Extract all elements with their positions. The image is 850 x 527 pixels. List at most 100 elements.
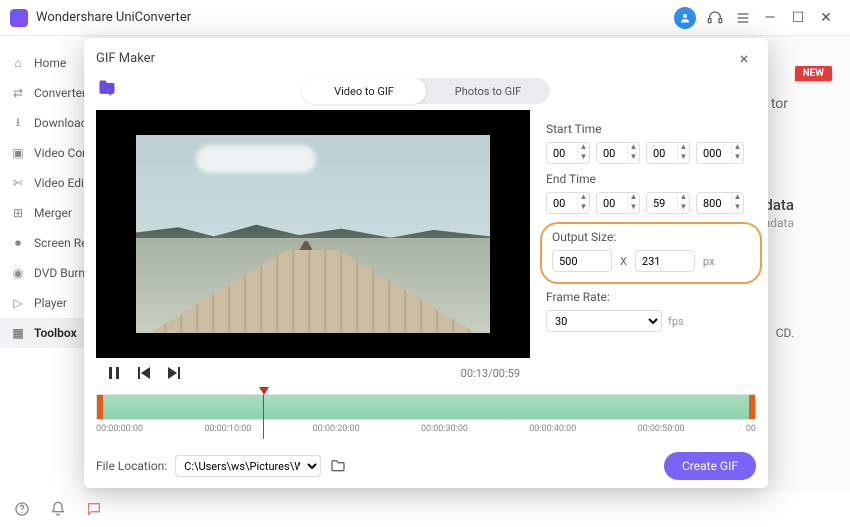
tick-label: 00:00:20:00 bbox=[313, 424, 360, 440]
down-arrow-icon[interactable]: ▼ bbox=[678, 153, 689, 163]
end-time-label: End Time bbox=[546, 172, 756, 186]
modal-close-button[interactable]: × bbox=[732, 46, 756, 70]
end-hours-input[interactable] bbox=[547, 197, 577, 210]
file-location-select[interactable]: C:\Users\ws\Pictures\Wonders bbox=[175, 455, 321, 477]
window-maximize-button[interactable]: ☐ bbox=[784, 10, 812, 26]
start-minutes-stepper[interactable]: ▲▼ bbox=[596, 142, 640, 164]
sidebar-item-compressor[interactable]: ▣ Video Compressor bbox=[0, 138, 84, 168]
sidebar-label: Merger bbox=[34, 206, 72, 220]
timeline-ticks: 00:00:00:00 00:00:10:00 00:00:20:00 00:0… bbox=[96, 420, 756, 440]
modal-title: GIF Maker bbox=[96, 51, 155, 66]
video-player: 00:13/00:59 bbox=[96, 110, 530, 388]
open-folder-button[interactable] bbox=[329, 458, 347, 474]
sidebar: ⌂ Home ⇄Converter ⭳ Downloader ▣ Video Comp… bbox=[0, 36, 84, 492]
sidebar-label: Video Compressor bbox=[34, 146, 84, 160]
user-avatar-icon[interactable] bbox=[674, 7, 696, 29]
sidebar-item-toolbox[interactable]: ▦ Toolbox bbox=[0, 318, 84, 348]
size-unit: px bbox=[703, 255, 715, 268]
hamburger-menu-icon[interactable] bbox=[730, 5, 756, 31]
file-location-label: File Location: bbox=[96, 459, 167, 473]
end-seconds-stepper[interactable]: ▲▼ bbox=[646, 192, 690, 214]
start-seconds-input[interactable] bbox=[647, 147, 677, 160]
sidebar-item-downloader[interactable]: ⭳ Downloader bbox=[0, 108, 84, 138]
playhead-line bbox=[263, 395, 264, 439]
tab-photos-to-gif[interactable]: Photos to GIF bbox=[426, 78, 550, 104]
sidebar-item-recorder[interactable]: ⏺Screen Recorder bbox=[0, 228, 84, 258]
output-size-highlight: Output Size: X px bbox=[540, 222, 762, 284]
output-size-label: Output Size: bbox=[552, 230, 750, 244]
home-icon: ⌂ bbox=[10, 55, 26, 71]
sidebar-label: Toolbox bbox=[34, 326, 77, 340]
end-minutes-stepper[interactable]: ▲▼ bbox=[596, 192, 640, 214]
start-ms-stepper[interactable]: ▲▼ bbox=[696, 142, 744, 164]
down-arrow-icon[interactable]: ▼ bbox=[628, 203, 639, 213]
window-minimize-button[interactable]: — bbox=[756, 10, 784, 26]
end-ms-input[interactable] bbox=[697, 197, 731, 210]
sidebar-item-merger[interactable]: ⊞ Merger bbox=[0, 198, 84, 228]
tab-video-to-gif[interactable]: Video to GIF bbox=[302, 78, 426, 104]
new-badge: NEW bbox=[795, 66, 832, 81]
sidebar-label: Player bbox=[34, 296, 67, 310]
gif-maker-modal: GIF Maker × Video to GIF Photos to GIF 0… bbox=[84, 38, 768, 488]
sidebar-item-home[interactable]: ⌂ Home bbox=[0, 48, 84, 78]
start-seconds-stepper[interactable]: ▲▼ bbox=[646, 142, 690, 164]
feedback-icon[interactable] bbox=[84, 499, 104, 519]
video-frame-image bbox=[136, 135, 490, 333]
timeline-handle-end[interactable] bbox=[749, 395, 755, 419]
start-hours-stepper[interactable]: ▲▼ bbox=[546, 142, 590, 164]
down-arrow-icon[interactable]: ▼ bbox=[732, 153, 743, 163]
sidebar-item-converter[interactable]: ⇄Converter bbox=[0, 78, 84, 108]
down-arrow-icon[interactable]: ▼ bbox=[628, 153, 639, 163]
down-arrow-icon[interactable]: ▼ bbox=[678, 203, 689, 213]
scissors-icon: ✄ bbox=[10, 175, 26, 191]
playback-time: 00:13/00:59 bbox=[461, 367, 520, 380]
support-headset-icon[interactable] bbox=[702, 5, 728, 31]
merge-icon: ⊞ bbox=[10, 205, 26, 221]
close-icon: × bbox=[740, 49, 749, 68]
sidebar-item-player[interactable]: ▷ Player bbox=[0, 288, 84, 318]
play-icon: ▷ bbox=[10, 295, 26, 311]
record-icon: ⏺ bbox=[10, 235, 26, 251]
sidebar-label: Video Editor bbox=[34, 176, 84, 190]
sidebar-label: Home bbox=[34, 56, 66, 70]
disc-icon: ◉ bbox=[10, 265, 26, 281]
pause-button[interactable] bbox=[106, 365, 122, 381]
end-minutes-input[interactable] bbox=[597, 197, 627, 210]
end-seconds-input[interactable] bbox=[647, 197, 677, 210]
output-width-input[interactable] bbox=[552, 250, 612, 272]
next-frame-button[interactable] bbox=[166, 365, 182, 381]
window-close-button[interactable]: ✕ bbox=[812, 10, 840, 26]
down-arrow-icon[interactable]: ▼ bbox=[578, 203, 589, 213]
output-height-input[interactable] bbox=[635, 250, 695, 272]
start-ms-input[interactable] bbox=[697, 147, 731, 160]
bg-metadata-title: data bbox=[764, 196, 794, 214]
sidebar-label: Converter bbox=[34, 86, 84, 100]
video-preview[interactable] bbox=[96, 110, 530, 358]
download-icon: ⭳ bbox=[10, 115, 26, 131]
fps-unit: fps bbox=[668, 315, 684, 328]
bell-icon[interactable] bbox=[48, 499, 68, 519]
tick-label: 00:00:10:00 bbox=[204, 424, 251, 440]
create-gif-button[interactable]: Create GIF bbox=[664, 452, 756, 480]
timeline-selection bbox=[99, 395, 753, 419]
start-hours-input[interactable] bbox=[547, 147, 577, 160]
sidebar-item-dvd[interactable]: ◉DVD Burner bbox=[0, 258, 84, 288]
sidebar-label: Downloader bbox=[34, 116, 84, 130]
playhead-marker-icon[interactable] bbox=[259, 387, 269, 395]
add-file-button[interactable] bbox=[96, 78, 118, 100]
help-icon[interactable] bbox=[12, 499, 32, 519]
prev-frame-button[interactable] bbox=[136, 365, 152, 381]
title-bar: Wondershare UniConverter — ☐ ✕ bbox=[0, 0, 850, 36]
end-ms-stepper[interactable]: ▲▼ bbox=[696, 192, 744, 214]
bg-cd-text: CD. bbox=[776, 326, 794, 340]
timeline[interactable] bbox=[96, 394, 756, 420]
down-arrow-icon[interactable]: ▼ bbox=[578, 153, 589, 163]
toolbox-icon: ▦ bbox=[10, 325, 26, 341]
start-minutes-input[interactable] bbox=[597, 147, 627, 160]
down-arrow-icon[interactable]: ▼ bbox=[732, 203, 743, 213]
frame-rate-select[interactable]: 30 bbox=[546, 310, 662, 332]
compress-icon: ▣ bbox=[10, 145, 26, 161]
sidebar-item-editor[interactable]: ✄ Video Editor bbox=[0, 168, 84, 198]
end-hours-stepper[interactable]: ▲▼ bbox=[546, 192, 590, 214]
timeline-handle-start[interactable] bbox=[97, 395, 103, 419]
